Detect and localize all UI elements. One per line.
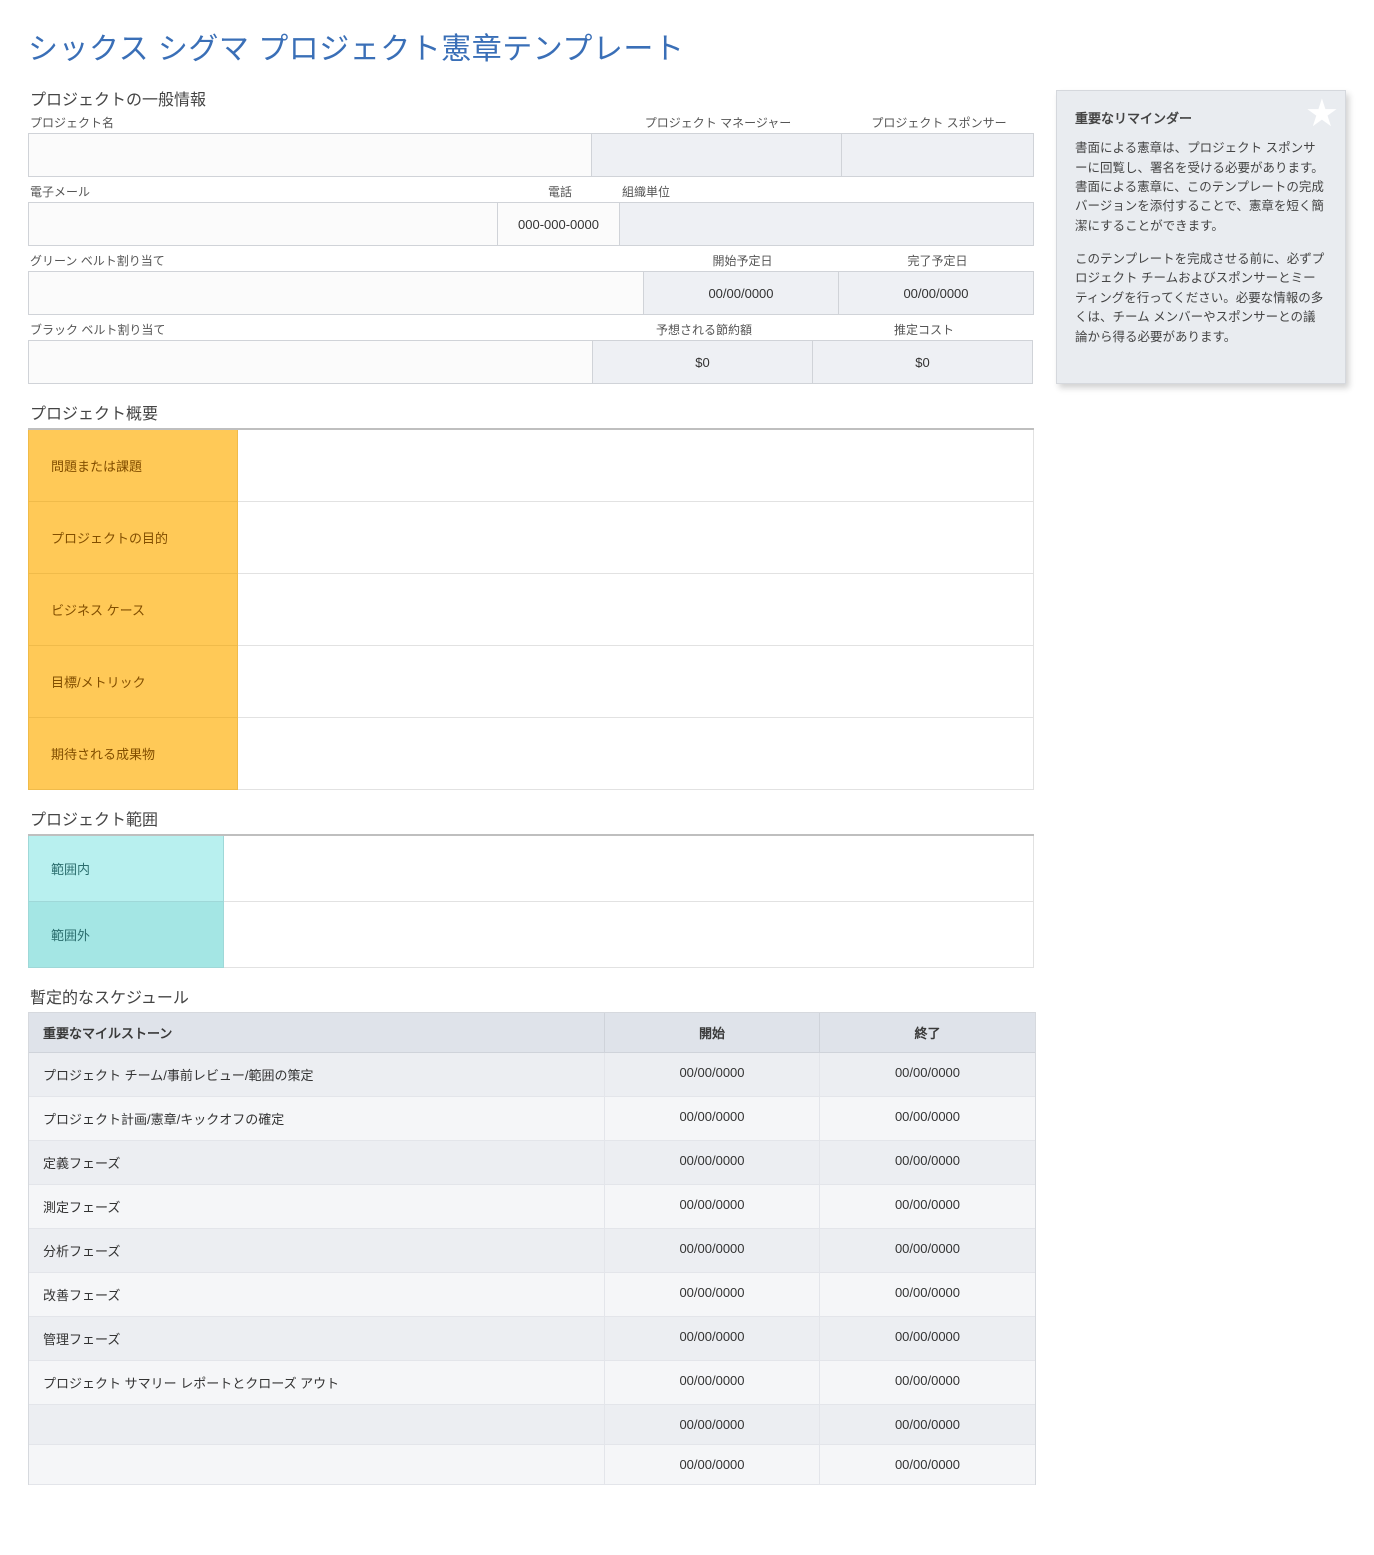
reminder-title: 重要なリマインダー	[1075, 109, 1327, 129]
sched-col-milestone: 重要なマイルストーン	[29, 1013, 605, 1053]
table-row: 00/00/000000/00/0000	[29, 1445, 1035, 1485]
milestone-cell[interactable]: 測定フェーズ	[29, 1185, 605, 1229]
section-overview: プロジェクト概要	[30, 400, 1346, 424]
end-cell[interactable]: 00/00/0000	[820, 1317, 1035, 1361]
star-icon: ★	[1305, 95, 1339, 133]
table-row: プロジェクト計画/憲章/キックオフの確定00/00/000000/00/0000	[29, 1097, 1035, 1141]
label-savings: 予想される節約額	[593, 321, 813, 340]
black-belt-field[interactable]	[28, 340, 593, 384]
overview-value[interactable]	[238, 574, 1034, 646]
milestone-cell[interactable]: 管理フェーズ	[29, 1317, 605, 1361]
project-sponsor-field[interactable]	[842, 133, 1034, 177]
table-row: 管理フェーズ00/00/000000/00/0000	[29, 1317, 1035, 1361]
sched-col-start: 開始	[605, 1013, 820, 1053]
table-row: 改善フェーズ00/00/000000/00/0000	[29, 1273, 1035, 1317]
overview-value[interactable]	[238, 502, 1034, 574]
label-email: 電子メール	[28, 183, 498, 202]
project-manager-field[interactable]	[592, 133, 842, 177]
page-title: シックス シグマ プロジェクト憲章テンプレート	[28, 24, 1346, 68]
start-cell[interactable]: 00/00/0000	[605, 1097, 820, 1141]
milestone-cell[interactable]	[29, 1445, 605, 1485]
start-cell[interactable]: 00/00/0000	[605, 1053, 820, 1097]
section-schedule: 暫定的なスケジュール	[30, 984, 1346, 1008]
label-start-date: 開始予定日	[644, 252, 839, 271]
schedule-table: 重要なマイルストーン 開始 終了 プロジェクト チーム/事前レビュー/範囲の策定…	[28, 1012, 1036, 1485]
milestone-cell[interactable]: 改善フェーズ	[29, 1273, 605, 1317]
reminder-panel: ★ 重要なリマインダー 書面による憲章は、プロジェクト スポンサーに回覧し、署名…	[1056, 90, 1346, 384]
end-cell[interactable]: 00/00/0000	[820, 1361, 1035, 1405]
milestone-cell[interactable]: 定義フェーズ	[29, 1141, 605, 1185]
milestone-cell[interactable]	[29, 1405, 605, 1445]
table-row: 定義フェーズ00/00/000000/00/0000	[29, 1141, 1035, 1185]
end-cell[interactable]: 00/00/0000	[820, 1141, 1035, 1185]
start-cell[interactable]: 00/00/0000	[605, 1273, 820, 1317]
overview-table: 問題または課題 プロジェクトの目的 ビジネス ケース 目標/メトリック 期待され…	[28, 428, 1034, 790]
section-scope: プロジェクト範囲	[30, 806, 1346, 830]
scope-out-label: 範囲外	[28, 902, 224, 968]
reminder-text: 書面による憲章は、プロジェクト スポンサーに回覧し、署名を受ける必要があります。…	[1075, 139, 1327, 236]
email-field[interactable]	[28, 202, 498, 246]
cost-field[interactable]	[813, 340, 1033, 384]
label-end-date: 完了予定日	[839, 252, 1034, 271]
table-row: 00/00/000000/00/0000	[29, 1405, 1035, 1445]
start-cell[interactable]: 00/00/0000	[605, 1405, 820, 1445]
milestone-cell[interactable]: プロジェクト サマリー レポートとクローズ アウト	[29, 1361, 605, 1405]
start-cell[interactable]: 00/00/0000	[605, 1229, 820, 1273]
end-cell[interactable]: 00/00/0000	[820, 1097, 1035, 1141]
overview-value[interactable]	[238, 430, 1034, 502]
savings-field[interactable]	[593, 340, 813, 384]
end-cell[interactable]: 00/00/0000	[820, 1405, 1035, 1445]
scope-in-label: 範囲内	[28, 836, 224, 902]
milestone-cell[interactable]: 分析フェーズ	[29, 1229, 605, 1273]
table-row: 測定フェーズ00/00/000000/00/0000	[29, 1185, 1035, 1229]
org-unit-field[interactable]	[620, 202, 1034, 246]
overview-value[interactable]	[238, 718, 1034, 790]
overview-label: 期待される成果物	[28, 718, 238, 790]
overview-label: ビジネス ケース	[28, 574, 238, 646]
start-date-field[interactable]	[644, 271, 839, 315]
end-date-field[interactable]	[839, 271, 1034, 315]
overview-label: 目標/メトリック	[28, 646, 238, 718]
end-cell[interactable]: 00/00/0000	[820, 1445, 1035, 1485]
label-phone: 電話	[498, 183, 620, 202]
label-project-manager: プロジェクト マネージャー	[592, 114, 842, 133]
scope-in-value[interactable]	[224, 836, 1034, 902]
label-project-name: プロジェクト名	[28, 114, 592, 133]
green-belt-field[interactable]	[28, 271, 644, 315]
project-name-field[interactable]	[28, 133, 592, 177]
end-cell[interactable]: 00/00/0000	[820, 1185, 1035, 1229]
overview-label: プロジェクトの目的	[28, 502, 238, 574]
start-cell[interactable]: 00/00/0000	[605, 1185, 820, 1229]
table-row: プロジェクト チーム/事前レビュー/範囲の策定00/00/000000/00/0…	[29, 1053, 1035, 1097]
label-cost: 推定コスト	[813, 321, 1033, 340]
reminder-text: このテンプレートを完成させる前に、必ずプロジェクト チームおよびスポンサーとミー…	[1075, 250, 1327, 347]
overview-label: 問題または課題	[28, 430, 238, 502]
overview-value[interactable]	[238, 646, 1034, 718]
table-row: プロジェクト サマリー レポートとクローズ アウト00/00/000000/00…	[29, 1361, 1035, 1405]
label-black-belt: ブラック ベルト割り当て	[28, 321, 593, 340]
start-cell[interactable]: 00/00/0000	[605, 1317, 820, 1361]
scope-out-value[interactable]	[224, 902, 1034, 968]
phone-field[interactable]	[498, 202, 620, 246]
label-project-sponsor: プロジェクト スポンサー	[842, 114, 1034, 133]
label-green-belt: グリーン ベルト割り当て	[28, 252, 644, 271]
start-cell[interactable]: 00/00/0000	[605, 1445, 820, 1485]
end-cell[interactable]: 00/00/0000	[820, 1273, 1035, 1317]
start-cell[interactable]: 00/00/0000	[605, 1361, 820, 1405]
scope-table: 範囲内 範囲外	[28, 834, 1034, 968]
sched-col-end: 終了	[820, 1013, 1035, 1053]
milestone-cell[interactable]: プロジェクト チーム/事前レビュー/範囲の策定	[29, 1053, 605, 1097]
end-cell[interactable]: 00/00/0000	[820, 1229, 1035, 1273]
milestone-cell[interactable]: プロジェクト計画/憲章/キックオフの確定	[29, 1097, 605, 1141]
end-cell[interactable]: 00/00/0000	[820, 1053, 1035, 1097]
label-org-unit: 組織単位	[620, 183, 1034, 202]
table-row: 分析フェーズ00/00/000000/00/0000	[29, 1229, 1035, 1273]
start-cell[interactable]: 00/00/0000	[605, 1141, 820, 1185]
